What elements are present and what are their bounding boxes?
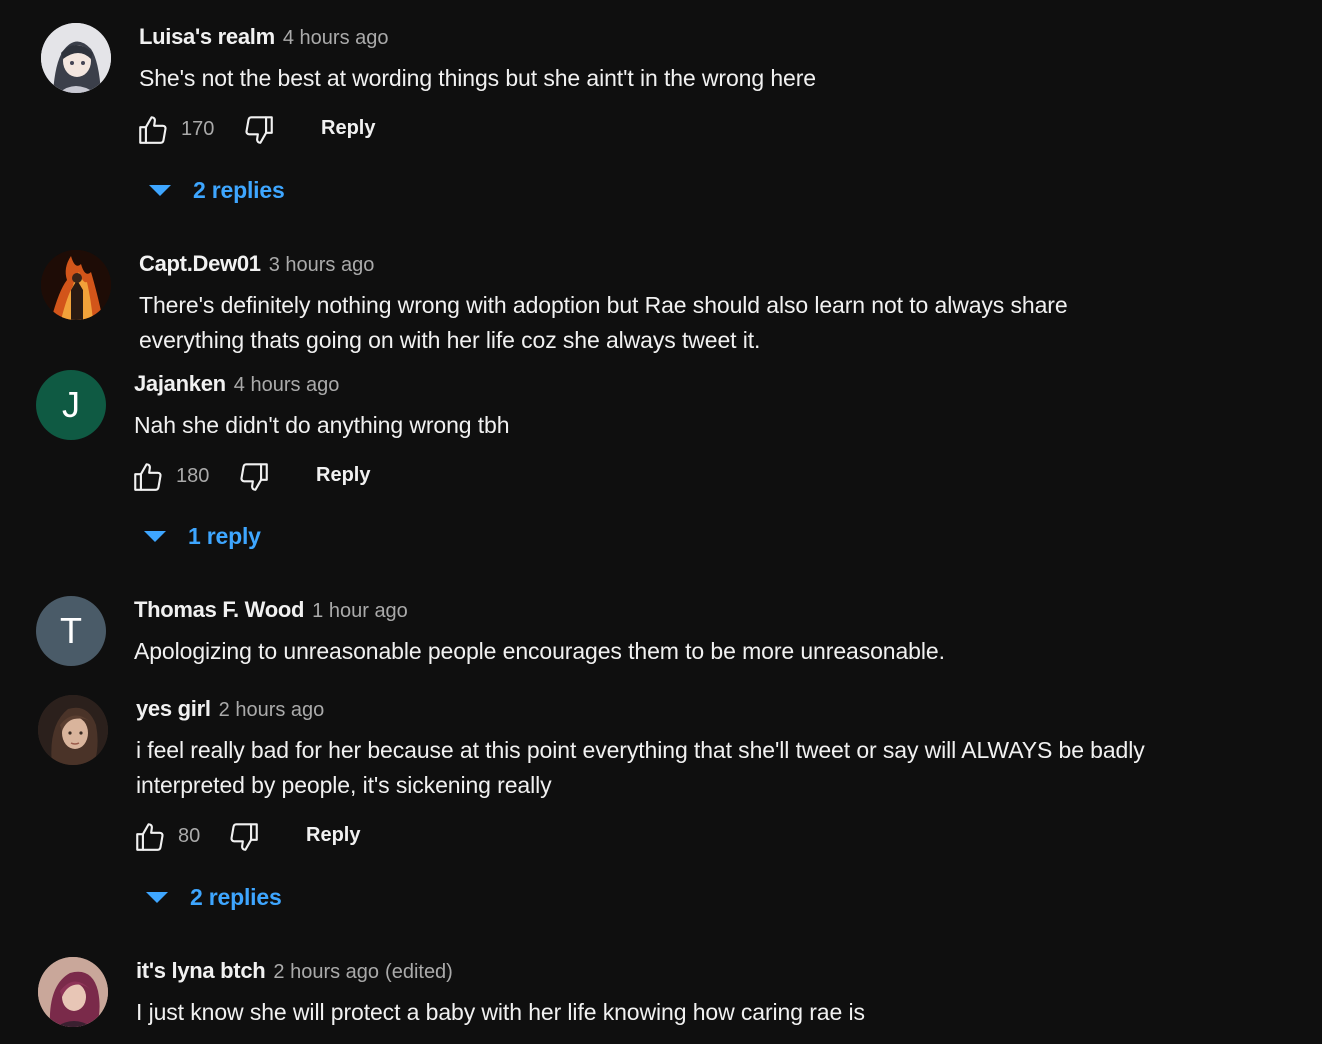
comment-header: Jajanken 4 hours ago bbox=[134, 371, 1284, 399]
author-name[interactable]: Jajanken bbox=[134, 371, 226, 397]
comment-text: I just know she will protect a baby with… bbox=[136, 999, 865, 1025]
caret-down-icon bbox=[144, 531, 166, 542]
replies-count-label: 1 reply bbox=[188, 523, 261, 549]
comment-header: it's lyna btch 2 hours ago (edited) bbox=[136, 958, 1286, 986]
dislike-button[interactable] bbox=[226, 819, 262, 855]
reply-button[interactable]: Reply bbox=[306, 824, 360, 847]
view-replies-button[interactable]: 2 replies bbox=[146, 884, 282, 911]
thumbs-up-icon bbox=[139, 116, 167, 144]
avatar[interactable] bbox=[41, 23, 111, 93]
like-button[interactable] bbox=[132, 819, 168, 855]
comment-header: Capt.Dew01 3 hours ago bbox=[139, 251, 1289, 279]
author-name[interactable]: yes girl bbox=[136, 696, 211, 722]
timestamp[interactable]: 4 hours ago bbox=[234, 374, 340, 397]
timestamp[interactable]: 3 hours ago bbox=[269, 254, 375, 277]
reply-button[interactable]: Reply bbox=[321, 117, 375, 140]
avatar[interactable] bbox=[38, 957, 108, 1027]
avatar[interactable]: T bbox=[36, 596, 106, 666]
replies-count-label: 2 replies bbox=[190, 884, 282, 910]
dislike-button[interactable] bbox=[236, 459, 272, 495]
thumbs-down-icon bbox=[245, 116, 273, 144]
timestamp[interactable]: 4 hours ago bbox=[283, 27, 389, 50]
caret-down-icon bbox=[146, 892, 168, 903]
replies-count-label: 2 replies bbox=[193, 177, 285, 203]
comment-text: She's not the best at wording things but… bbox=[139, 65, 816, 91]
comment-header: Thomas F. Wood 1 hour ago bbox=[134, 597, 1284, 625]
like-button[interactable] bbox=[135, 112, 171, 148]
like-count: 170 bbox=[181, 118, 215, 140]
fire-figure-avatar-icon bbox=[41, 250, 111, 320]
timestamp[interactable]: 2 hours ago bbox=[273, 961, 379, 984]
timestamp[interactable]: 1 hour ago bbox=[312, 600, 408, 623]
avatar[interactable]: J bbox=[36, 370, 106, 440]
avatar-letter: J bbox=[62, 384, 80, 425]
author-name[interactable]: Thomas F. Wood bbox=[134, 597, 304, 623]
timestamp[interactable]: 2 hours ago bbox=[219, 699, 325, 722]
thumbs-down-icon bbox=[230, 823, 258, 851]
comment-actions: 170 Reply bbox=[139, 112, 1289, 152]
view-replies-button[interactable]: 1 reply bbox=[144, 523, 261, 550]
dislike-button[interactable] bbox=[241, 112, 277, 148]
comment-text: There's definitely nothing wrong with ad… bbox=[139, 292, 1068, 353]
comment-header: Luisa's realm 4 hours ago bbox=[139, 24, 1289, 52]
author-name[interactable]: Luisa's realm bbox=[139, 24, 275, 50]
avatar[interactable] bbox=[41, 250, 111, 320]
thumbs-up-icon bbox=[134, 463, 162, 491]
edited-label: (edited) bbox=[385, 961, 453, 983]
anime-girl-avatar-icon bbox=[41, 23, 111, 93]
caret-down-icon bbox=[149, 185, 171, 196]
avatar-letter: T bbox=[60, 610, 82, 651]
thumbs-down-icon bbox=[240, 463, 268, 491]
avatar[interactable] bbox=[38, 695, 108, 765]
comment-actions: 180 Reply bbox=[134, 459, 1284, 499]
author-name[interactable]: it's lyna btch bbox=[136, 958, 266, 984]
comment-text: i feel really bad for her because at thi… bbox=[136, 737, 1145, 798]
like-count: 80 bbox=[178, 825, 201, 847]
thumbs-up-icon bbox=[136, 823, 164, 851]
view-replies-button[interactable]: 2 replies bbox=[149, 177, 285, 204]
like-count: 180 bbox=[176, 465, 210, 487]
comment-header: yes girl 2 hours ago bbox=[136, 696, 1296, 724]
reply-button[interactable]: Reply bbox=[316, 464, 370, 487]
comment-actions: 80 Reply bbox=[136, 819, 1296, 859]
author-name[interactable]: Capt.Dew01 bbox=[139, 251, 261, 277]
woman-portrait-avatar-icon bbox=[38, 695, 108, 765]
comment-text: Apologizing to unreasonable people encou… bbox=[134, 638, 945, 664]
like-button[interactable] bbox=[130, 459, 166, 495]
comment-text: Nah she didn't do anything wrong tbh bbox=[134, 412, 510, 438]
pink-hair-avatar-icon bbox=[38, 957, 108, 1027]
